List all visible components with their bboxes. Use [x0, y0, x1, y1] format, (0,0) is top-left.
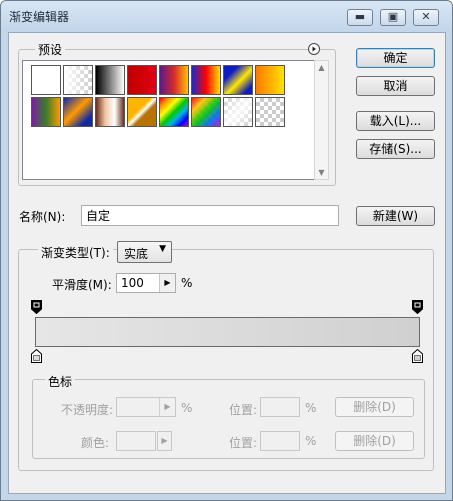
- opacity-location-label: 位置:: [229, 403, 258, 417]
- title-bar[interactable]: 渐变编辑器 ▬ ▣ ✕: [1, 1, 452, 31]
- preset-swatch[interactable]: [255, 65, 285, 95]
- minimize-icon: ▬: [354, 10, 366, 23]
- circle-arrow-right-icon[interactable]: [308, 43, 320, 55]
- color-location-field[interactable]: [260, 431, 300, 451]
- preset-swatch[interactable]: [95, 65, 125, 95]
- preset-swatch[interactable]: [223, 97, 253, 127]
- opacity-location-unit: %: [305, 401, 317, 415]
- presets-label: 预设: [35, 41, 66, 58]
- close-button[interactable]: ✕: [413, 9, 439, 26]
- window-title: 渐变编辑器: [9, 10, 70, 24]
- gradient-type-value: 实底: [124, 247, 149, 261]
- chevron-right-icon[interactable]: ▶: [159, 398, 175, 416]
- opacity-stop-right-icon[interactable]: [412, 300, 423, 314]
- preset-swatch[interactable]: [191, 65, 221, 95]
- opacity-location-field[interactable]: [260, 397, 300, 417]
- chevron-right-icon[interactable]: ▶: [159, 274, 175, 292]
- color-stops-label: 色标: [45, 373, 76, 390]
- preset-swatch[interactable]: [159, 65, 189, 95]
- preset-swatch[interactable]: [127, 97, 157, 127]
- presets-scrollbar[interactable]: ▲ ▼: [314, 60, 329, 180]
- smoothness-label: 平滑度(M):: [52, 278, 112, 292]
- delete-color-stop-button[interactable]: 删除(D): [335, 431, 414, 451]
- preset-swatch[interactable]: [159, 97, 189, 127]
- preset-swatch[interactable]: [255, 97, 285, 127]
- preset-swatch[interactable]: [63, 97, 93, 127]
- preset-swatch[interactable]: [223, 65, 253, 95]
- name-input[interactable]: [81, 205, 339, 226]
- color-stop-left-icon[interactable]: [31, 349, 42, 363]
- preset-swatches: [23, 62, 288, 128]
- close-icon: ✕: [421, 10, 431, 23]
- color-swatch-field[interactable]: [116, 431, 156, 451]
- opacity-field[interactable]: ▶: [116, 397, 176, 417]
- minimize-button[interactable]: ▬: [347, 9, 373, 26]
- cancel-button[interactable]: 取消: [356, 76, 435, 96]
- smoothness-value: 100: [121, 276, 144, 290]
- gradient-type-label: 渐变类型(T):: [38, 244, 113, 261]
- preset-swatch[interactable]: [31, 65, 61, 95]
- new-button[interactable]: 新建(W): [356, 206, 435, 226]
- name-label: 名称(N):: [19, 210, 66, 224]
- gradient-editor-window: 渐变编辑器 ▬ ▣ ✕ 预设 ▲ ▼ 确定 取消 载入(L)... 存储(S).…: [0, 0, 453, 501]
- save-button[interactable]: 存储(S)...: [356, 139, 435, 159]
- color-stop-right-icon[interactable]: [412, 349, 423, 363]
- opacity-unit: %: [181, 401, 193, 415]
- smoothness-field[interactable]: 100 ▶: [116, 273, 176, 293]
- preset-swatch[interactable]: [191, 97, 221, 127]
- scroll-up-icon[interactable]: ▲: [315, 63, 328, 72]
- delete-opacity-stop-button[interactable]: 删除(D): [335, 397, 414, 417]
- scroll-down-icon[interactable]: ▼: [315, 168, 328, 177]
- opacity-stop-left-icon[interactable]: [31, 300, 42, 314]
- preset-swatch[interactable]: [63, 65, 93, 95]
- gradient-preview-bar[interactable]: [35, 317, 420, 347]
- maximize-button[interactable]: ▣: [380, 9, 406, 26]
- chevron-down-icon: ▼: [159, 244, 166, 254]
- preset-swatch[interactable]: [95, 97, 125, 127]
- smoothness-unit: %: [181, 276, 193, 290]
- color-location-label: 位置:: [229, 436, 258, 450]
- color-location-unit: %: [305, 434, 317, 448]
- color-picker-arrow-icon[interactable]: ▶: [157, 431, 172, 451]
- opacity-label: 不透明度:: [61, 403, 114, 417]
- maximize-icon: ▣: [387, 10, 399, 23]
- gradient-type-select[interactable]: 实底 ▼: [117, 241, 172, 263]
- load-button[interactable]: 载入(L)...: [356, 111, 435, 131]
- preset-swatch[interactable]: [127, 65, 157, 95]
- color-label: 颜色:: [81, 436, 110, 450]
- preset-swatch[interactable]: [31, 97, 61, 127]
- ok-button[interactable]: 确定: [356, 48, 435, 68]
